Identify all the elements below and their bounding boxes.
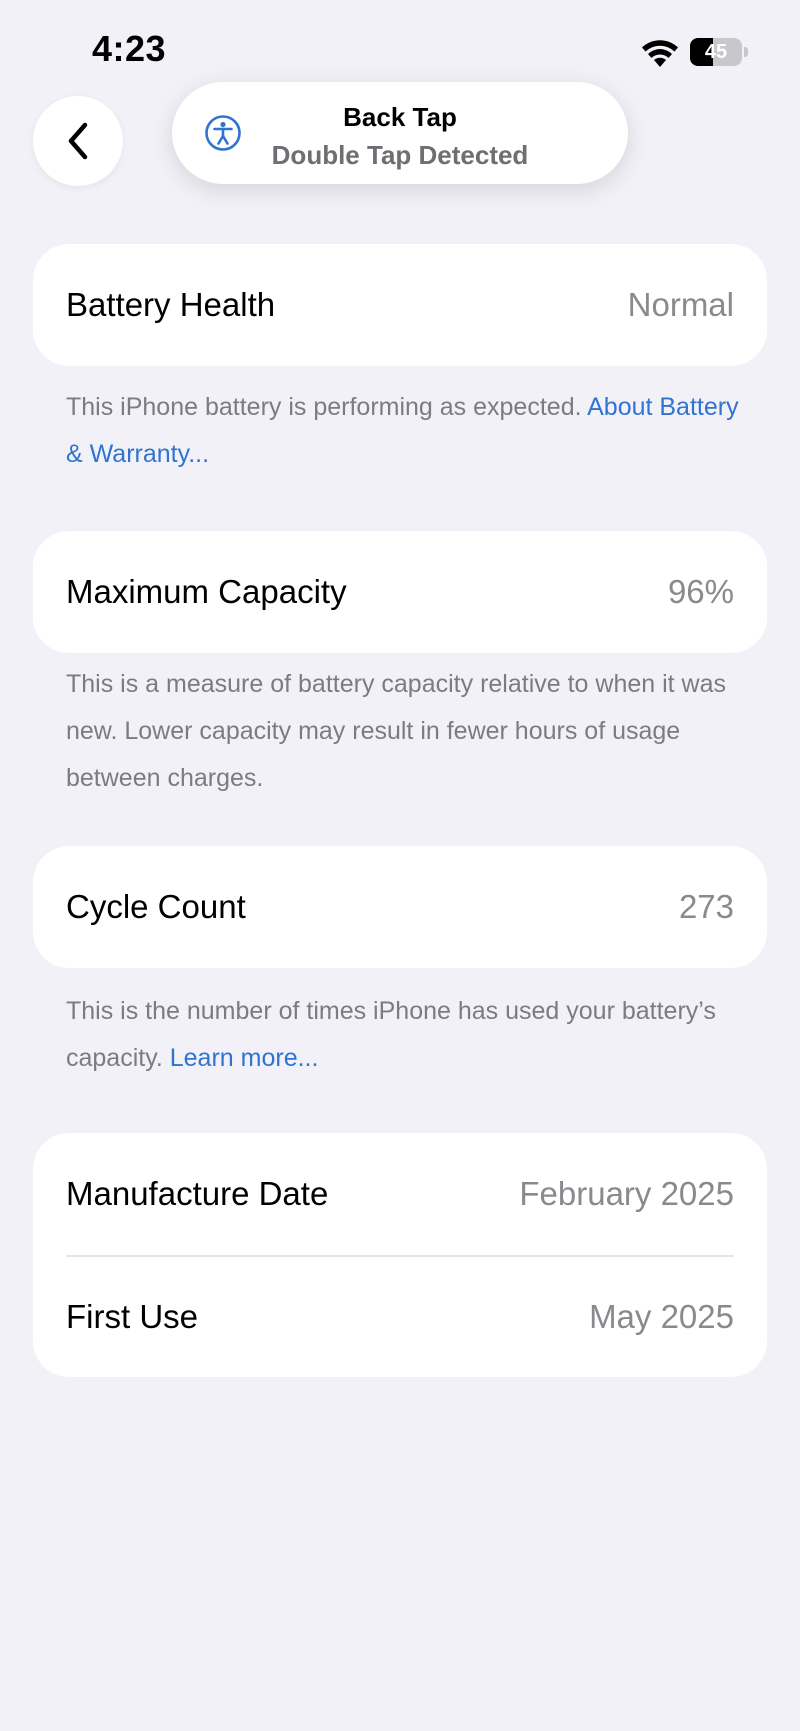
- battery-level: 45: [704, 41, 728, 63]
- manufacture-date-value: February 2025: [519, 1175, 734, 1212]
- toast-title: Back Tap: [343, 102, 457, 132]
- battery-health-row: Battery Health Normal: [33, 244, 767, 366]
- cycle-count-row: Cycle Count 273: [33, 846, 767, 968]
- back-button[interactable]: [33, 96, 123, 186]
- back-tap-toast: Back Tap Double Tap Detected: [172, 82, 628, 184]
- cycle-count-label: Cycle Count: [66, 888, 246, 925]
- first-use-value: May 2025: [589, 1298, 734, 1335]
- maximum-capacity-value: 96%: [667, 573, 734, 610]
- cycle-count-card: Cycle Count 273: [33, 846, 767, 968]
- battery-icon: 45: [690, 38, 748, 66]
- learn-more-link[interactable]: Learn more...: [170, 1044, 319, 1072]
- first-use-row: First Use May 2025: [33, 1257, 767, 1377]
- wifi-icon: [642, 40, 678, 67]
- cycle-count-value: 273: [678, 888, 734, 925]
- battery-health-value: Normal: [627, 286, 734, 323]
- manufacture-date-label: Manufacture Date: [66, 1175, 329, 1212]
- battery-health-card: Battery Health Normal: [33, 244, 767, 366]
- battery-health-label: Battery Health: [66, 286, 276, 323]
- battery-health-footnote: This iPhone battery is performing as exp…: [66, 384, 742, 478]
- cycle-count-footnote-text: This is the number of times iPhone has u…: [66, 997, 716, 1072]
- maximum-capacity-label: Maximum Capacity: [66, 573, 347, 610]
- cycle-count-footnote: This is the number of times iPhone has u…: [66, 988, 742, 1082]
- status-time: 4:23: [92, 28, 167, 69]
- maximum-capacity-footnote: This is a measure of battery capacity re…: [66, 670, 727, 792]
- dates-card: Manufacture Date February 2025 First Use…: [33, 1133, 767, 1377]
- maximum-capacity-row: Maximum Capacity 96%: [33, 531, 767, 653]
- maximum-capacity-card: Maximum Capacity 96%: [33, 531, 767, 653]
- manufacture-date-row: Manufacture Date February 2025: [33, 1133, 767, 1255]
- first-use-label: First Use: [66, 1298, 198, 1335]
- battery-health-footnote-text: This iPhone battery is performing as exp…: [66, 393, 588, 421]
- toast-subtitle: Double Tap Detected: [271, 140, 529, 170]
- chevron-left-icon: [68, 122, 88, 160]
